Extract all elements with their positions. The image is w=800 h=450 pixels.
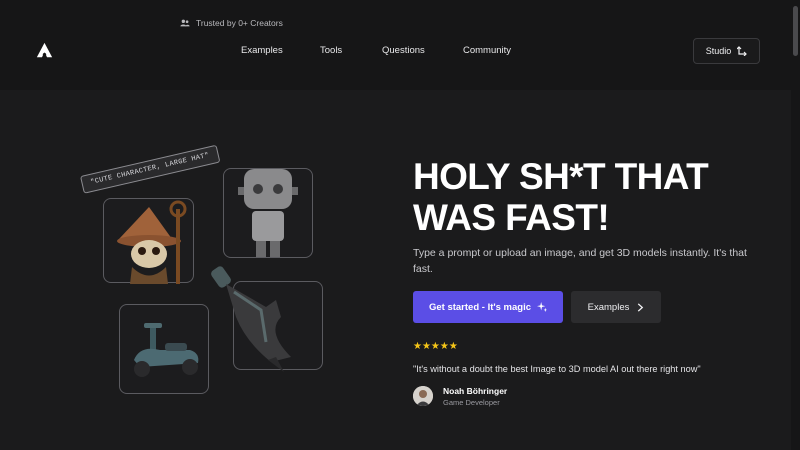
examples-button[interactable]: Examples	[571, 291, 661, 323]
scooter-image	[134, 323, 199, 377]
axe-weapon-image	[211, 266, 291, 372]
headline-line-1: HOLY SH*T THAT	[413, 156, 709, 197]
get-started-button[interactable]: Get started - It's magic	[413, 291, 563, 323]
scrollbar[interactable]	[791, 0, 800, 450]
nav-item-questions[interactable]: Questions	[382, 45, 425, 56]
testimonial-quote: "It's without a doubt the best Image to …	[413, 364, 701, 374]
author-name: Noah Böhringer	[443, 386, 508, 396]
nav-item-examples[interactable]: Examples	[241, 45, 283, 56]
trusted-banner: Trusted by 0+ Creators	[180, 18, 283, 28]
showcase-card-wizard	[103, 198, 194, 284]
frankenstein-character-image	[238, 155, 298, 257]
wizard-character-image	[117, 200, 187, 284]
rating-stars: ★★★★★	[413, 341, 458, 352]
nav-item-tools[interactable]: Tools	[320, 45, 342, 56]
showcase-card-frankenstein	[223, 155, 313, 258]
scrollbar-thumb[interactable]	[793, 6, 798, 56]
trusted-text: Trusted by 0+ Creators	[196, 18, 283, 28]
headline-line-2: WAS FAST!	[413, 197, 610, 238]
hero-headline: HOLY SH*T THAT WAS FAST!	[413, 156, 773, 238]
avatar-image	[413, 386, 433, 406]
corner-arrow-icon	[737, 46, 748, 56]
triangle-logo-icon[interactable]	[36, 42, 53, 59]
nav-item-community[interactable]: Community	[463, 45, 511, 56]
studio-button-label: Studio	[705, 46, 732, 56]
showcase-card-scooter	[119, 304, 209, 394]
avatar	[413, 386, 433, 406]
showcase-card-weapon	[211, 266, 323, 372]
chevron-right-icon	[638, 302, 644, 312]
prompt-tag: "CUTE CHARACTER, LARGE HAT"	[79, 144, 220, 194]
examples-button-label: Examples	[587, 301, 630, 313]
studio-button[interactable]: Studio	[693, 38, 760, 64]
users-icon	[180, 19, 190, 27]
sparkle-icon	[537, 302, 548, 312]
author-role: Game Developer	[443, 398, 500, 407]
get-started-label: Get started - It's magic	[428, 301, 532, 313]
hero-subtext: Type a prompt or upload an image, and ge…	[413, 247, 747, 275]
